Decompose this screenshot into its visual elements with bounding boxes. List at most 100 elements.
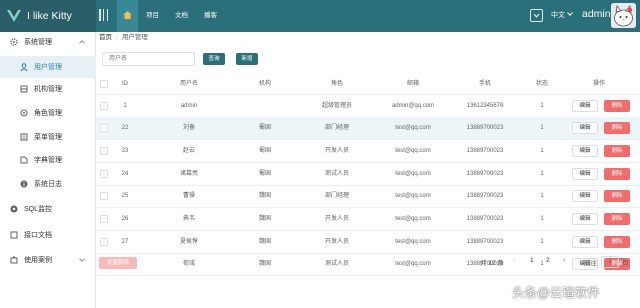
sidebar-item-label: SQL监控 [24,206,53,213]
col-org[interactable]: 机构 [250,73,280,95]
row-checkbox[interactable] [100,170,108,178]
row-checkbox[interactable] [100,147,108,155]
cell-id: 24 [121,171,129,177]
col-role[interactable]: 角色 [314,73,360,95]
cell-id: 23 [121,148,129,154]
cell-org: 蜀国 [258,148,271,154]
edit-button[interactable]: 编辑 [572,190,598,202]
sidebar-item-label: 角色管理 [34,110,62,117]
delete-button[interactable]: 删除 [604,190,630,202]
select-all-checkbox[interactable] [100,80,108,88]
query-button[interactable]: 查询 [203,53,225,65]
doc-icon [10,231,18,239]
edit-button[interactable]: 编辑 [572,168,598,180]
table-row[interactable]: 25 曹操 魏国 部门经理 test@qq.com 13889700023 1 编辑 删除 [96,185,640,208]
user-name[interactable]: admin [582,8,611,20]
sidebar-item-system[interactable]: 系统管理 [0,31,96,53]
cell-role: 部门经理 [324,125,349,131]
pagination-page-1[interactable]: 1 [530,257,534,264]
sidebar-item-label: 用户管理 [34,64,62,71]
nav-item-docs[interactable]: 文档 [167,0,196,32]
col-email[interactable]: 邮箱 [383,73,443,95]
delete-button[interactable]: 删除 [604,168,630,180]
edit-button[interactable]: 编辑 [572,236,598,248]
add-button[interactable]: 新增 [236,53,258,65]
cell-email: test@qq.com [395,261,431,267]
table-row[interactable]: 24 诸葛亮 蜀国 测试人员 test@qq.com 13889700023 1 编辑 删除 [96,163,640,186]
cell-username: 刘备 [182,125,195,131]
col-username[interactable]: 用户名 [174,73,204,95]
role-icon [20,109,28,117]
collapse-menu-icon[interactable] [99,9,108,21]
row-checkbox[interactable] [100,192,108,200]
cell-org: 魏国 [258,193,271,199]
table-row[interactable]: 23 赵云 蜀国 开发人员 test@qq.com 13889700023 1 编辑 删除 [96,140,640,163]
col-id[interactable]: ID [110,73,140,95]
edit-button[interactable]: 编辑 [572,145,598,157]
delete-button[interactable]: 删除 [604,100,630,112]
nav-item-podcast[interactable]: 播客 [196,0,225,32]
sidebar-item-menus[interactable]: 菜单管理 [0,126,96,148]
gear-icon [10,38,18,46]
edit-button[interactable]: 编辑 [572,213,598,225]
cell-status: 1 [540,193,544,199]
row-checkbox[interactable] [100,102,108,110]
row-checkbox[interactable] [100,124,108,132]
breadcrumb: 首页 / 用户管理 [99,31,148,41]
pagination-prev[interactable]: ‹ [513,257,515,264]
sidebar-item-sql-monitor[interactable]: SQL监控 [0,198,96,220]
cell-email: test@qq.com [395,216,431,222]
nav-item-project[interactable]: 项目 [138,0,167,32]
brand[interactable]: I like Kitty [0,0,96,32]
avatar[interactable] [611,3,636,28]
home-icon [123,11,132,20]
pagination-next[interactable]: › [563,257,565,264]
edit-button[interactable]: 编辑 [572,100,598,112]
sidebar-item-roles[interactable]: 角色管理 [0,102,96,124]
chevron-up-icon [79,40,85,46]
cell-org: 魏国 [258,261,271,267]
table-row[interactable]: 22 刘备 蜀国 部门经理 test@qq.com 13889700023 1 编辑 删除 [96,117,640,140]
cell-role: 超级管理员 [321,103,352,109]
sidebar-item-label: 字典管理 [34,157,62,164]
sidebar-item-users[interactable]: 用户管理 [0,56,96,78]
sidebar-item-logs[interactable]: 系统日志 [0,173,96,195]
row-checkbox[interactable] [100,215,108,223]
table-row[interactable]: 26 典韦 魏国 开发人员 test@qq.com 13889700023 1 编辑 删除 [96,208,640,231]
sidebar-item-api-docs[interactable]: 接口文档 [0,224,96,246]
table-row[interactable]: 28荀彧魏国测试人员test@qq.com138897000231编辑删除 [96,253,640,276]
sidebar-item-cases[interactable]: 使用案例 [0,249,96,271]
col-phone[interactable]: 手机 [457,73,513,95]
delete-button[interactable]: 删除 [604,213,630,225]
fullscreen-button[interactable] [530,9,543,22]
cell-id: 1 [123,103,127,109]
user-icon [20,63,28,71]
table-row[interactable]: 27 夏侯惇 魏国 开发人员 test@qq.com 13889700023 1 编辑 删除 [96,231,640,254]
info-icon [20,180,28,188]
cell-phone: 13889700023 [466,171,504,177]
language-selector[interactable]: 中文 [551,10,573,20]
sidebar-item-org[interactable]: 机构管理 [0,78,96,100]
dict-icon [20,156,28,164]
delete-button[interactable]: 删除 [604,122,630,134]
delete-button[interactable]: 删除 [604,236,630,248]
search-input[interactable] [102,52,195,66]
chevron-down-icon [79,256,85,262]
chevron-down-icon [567,10,573,16]
cell-email: test@qq.com [395,193,431,199]
row-checkbox[interactable] [100,238,108,246]
cell-phone: 13612345678 [466,103,504,109]
col-status[interactable]: 状态 [530,73,554,95]
delete-button[interactable]: 删除 [604,145,630,157]
pagination-goto-input[interactable]: 1 [601,256,619,268]
breadcrumb-home[interactable]: 首页 [99,34,112,41]
nav-home[interactable] [117,0,138,32]
sidebar-item-label: 机构管理 [34,86,62,93]
sidebar-item-dict[interactable]: 字典管理 [0,149,96,171]
table-row[interactable]: 1 admin 超级管理员 admin@qq.com 13612345678 1 编辑 删除 [96,95,640,118]
sidebar: 系统管理 用户管理 机构管理 角色管理 菜单管理 字典管理 系统日志 SQL监控… [0,32,96,308]
edit-button[interactable]: 编辑 [572,122,598,134]
pagination-page-2[interactable]: 2 [546,257,550,264]
cell-username: 典韦 [182,216,195,222]
bulk-delete-button[interactable]: 批量删除 [99,257,137,269]
